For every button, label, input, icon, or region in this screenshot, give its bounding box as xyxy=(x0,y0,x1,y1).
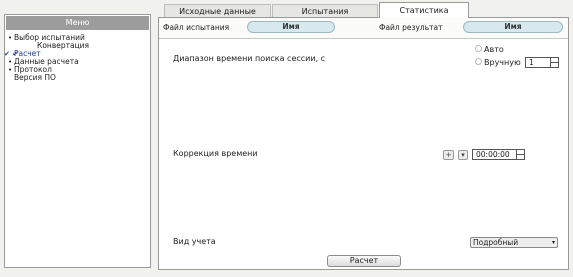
stepper-arrows-icon[interactable] xyxy=(550,58,558,67)
menu-item-label: Версия ПО xyxy=(14,73,56,82)
test-file-field[interactable]: Имя xyxy=(247,21,335,33)
bullet-icon: • xyxy=(8,34,13,42)
test-file-label: Файл испытания xyxy=(163,23,230,32)
time-correction-stepper[interactable]: 00:00:00 xyxy=(472,149,525,160)
stepper-arrows-icon[interactable] xyxy=(516,150,524,159)
manual-radio-label: Вручную xyxy=(484,58,521,67)
menu-item-label: Конвертация xyxy=(37,41,90,50)
tab-tests[interactable]: Испытания xyxy=(272,4,378,17)
chevron-down-icon: ▾ xyxy=(551,239,555,246)
menu-list: • Выбор испытаний Конвертация ✔ ✔ Расчет… xyxy=(4,31,150,82)
menu-item-version[interactable]: Версия ПО xyxy=(5,74,150,82)
accounting-type-value: Подробный xyxy=(473,238,519,247)
radio-icon xyxy=(475,58,482,65)
auto-radio[interactable]: Авто xyxy=(475,45,504,55)
sign-select[interactable]: + xyxy=(443,150,454,160)
time-correction-value: 00:00:00 xyxy=(476,150,510,159)
radio-icon xyxy=(475,45,482,52)
statistics-panel: Файл испытания Имя Файл результат Имя Ди… xyxy=(158,17,569,270)
manual-radio[interactable]: Вручную xyxy=(475,58,521,68)
bullet-icon: • xyxy=(8,58,13,66)
sign-dropdown-icon[interactable]: ▾ xyxy=(458,150,468,160)
bullet-icon: • xyxy=(8,66,13,74)
result-file-field[interactable]: Имя xyxy=(463,21,563,33)
tab-statistics[interactable]: Статистика xyxy=(379,2,469,18)
tab-source-data[interactable]: Исходные данные xyxy=(164,4,271,17)
result-file-label: Файл результат xyxy=(379,23,443,32)
accounting-type-select[interactable]: Подробный ▾ xyxy=(470,237,558,248)
auto-radio-label: Авто xyxy=(484,45,504,54)
menu-panel: Меню • Выбор испытаний Конвертация ✔ ✔ Р… xyxy=(4,14,151,268)
calculate-button[interactable]: Расчет xyxy=(327,255,401,267)
accounting-type-label: Вид учета xyxy=(173,237,216,246)
stepper-value: 1 xyxy=(529,58,534,67)
session-range-stepper[interactable]: 1 xyxy=(525,57,559,68)
session-range-label: Диапазон времени поиска сессии, с xyxy=(173,54,326,63)
time-correction-label: Коррекция времени xyxy=(173,149,258,158)
files-bar: Файл испытания Имя Файл результат Имя xyxy=(159,18,568,39)
menu-title: Меню xyxy=(6,16,149,30)
